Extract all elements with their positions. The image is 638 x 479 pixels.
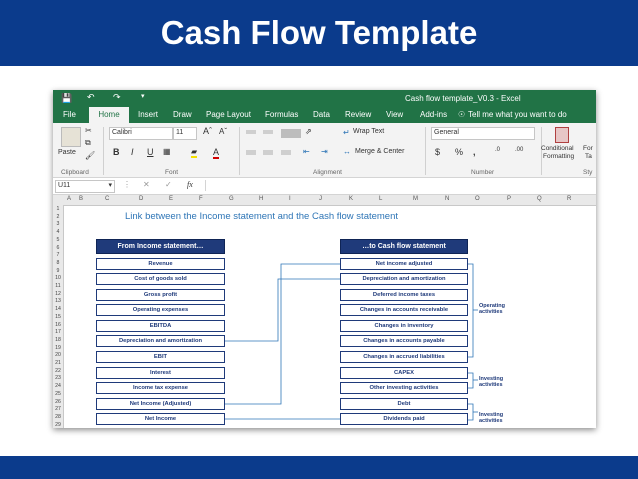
slide-title: Cash Flow Template [160, 14, 478, 51]
financing-line2: activities [479, 418, 503, 424]
excel-window: 💾 ↶ ↷ ▾ Cash flow template_V0.3 - Excel … [53, 90, 596, 428]
investing-line2: activities [479, 382, 503, 388]
connector-depreciation [225, 278, 340, 342]
bracket-operating [468, 263, 474, 358]
investing-activities-label: Investing activities [479, 376, 503, 388]
operating-line2: activities [479, 309, 503, 315]
connector-net-income [225, 263, 340, 405]
bracket-investing [468, 372, 474, 389]
bracket-financing [468, 403, 474, 421]
financing-activities-label: Investing activities [479, 412, 503, 424]
slide-footer-bar [0, 456, 638, 479]
connector-lines [225, 263, 478, 421]
operating-activities-label: Operating activities [479, 303, 505, 315]
